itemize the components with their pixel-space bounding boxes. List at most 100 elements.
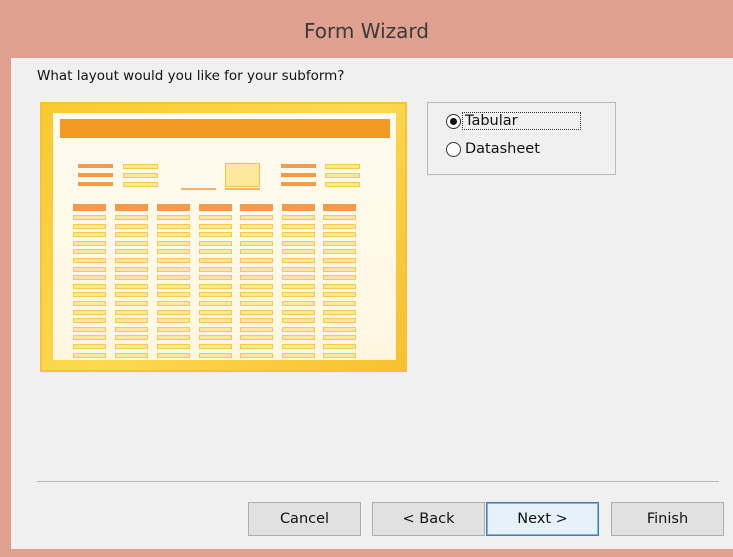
preview-grid-cell: [157, 258, 190, 263]
radio-unselected-icon[interactable]: [446, 141, 461, 157]
title-bar[interactable]: Form Wizard: [0, 0, 733, 58]
preview-grid-cell: [157, 326, 190, 332]
preview-grid-cell: [157, 292, 190, 298]
preview-grid-cell: [282, 275, 315, 281]
preview-grid-cell: [199, 249, 232, 255]
preview-grid-cell: [199, 283, 232, 289]
preview-grid-cell: [157, 335, 190, 341]
layout-option-label: Tabular: [462, 112, 581, 130]
preview-label-block: [281, 173, 316, 177]
preview-grid-cell: [282, 258, 315, 263]
preview-grid-cell: [115, 301, 148, 306]
preview-grid-cell: [157, 266, 190, 272]
preview-grid-cell: [199, 292, 232, 298]
preview-grid-cell: [282, 292, 315, 298]
footer-separator: [37, 481, 719, 482]
radio-selected-icon[interactable]: [446, 113, 461, 129]
preview-grid-cell: [282, 326, 315, 332]
preview-label-block: [78, 173, 113, 177]
preview-grid-cell: [115, 309, 148, 315]
preview-grid-cell: [157, 223, 190, 229]
preview-column-header: [323, 204, 356, 211]
preview-grid-cell: [115, 275, 148, 281]
preview-grid-cell: [240, 266, 273, 272]
preview-grid-cell: [157, 275, 190, 281]
preview-grid-cell: [199, 309, 232, 315]
preview-grid-cell: [282, 266, 315, 272]
layout-option-datasheet[interactable]: Datasheet: [446, 141, 542, 157]
finish-button[interactable]: Finish: [611, 502, 724, 536]
preview-grid-cell: [282, 318, 315, 324]
layout-radio-group: Tabular Datasheet: [427, 102, 616, 175]
preview-grid-cell: [240, 344, 273, 349]
preview-grid-cell: [199, 215, 232, 220]
preview-field-area: [53, 113, 396, 360]
preview-column-header: [115, 204, 148, 211]
preview-grid-cell: [240, 301, 273, 306]
preview-field-block: [123, 173, 158, 178]
preview-grid-cell: [157, 283, 190, 289]
preview-grid-cell: [157, 249, 190, 255]
preview-grid-cell: [199, 301, 232, 306]
preview-underline: [181, 188, 216, 190]
layout-option-tabular[interactable]: Tabular: [446, 112, 581, 130]
preview-grid-cell: [323, 258, 356, 263]
preview-grid-cell: [157, 352, 190, 358]
preview-grid-cell: [240, 318, 273, 324]
preview-grid-cell: [73, 335, 106, 341]
preview-grid-cell: [115, 249, 148, 255]
preview-grid-cell: [115, 292, 148, 298]
preview-grid-cell: [199, 258, 232, 263]
form-wizard-window: Form Wizard What layout would you like f…: [0, 0, 733, 557]
preview-grid-cell: [240, 309, 273, 315]
preview-column-header: [73, 204, 106, 211]
preview-grid-cell: [323, 223, 356, 229]
preview-grid-cell: [73, 258, 106, 263]
preview-grid-cell: [323, 318, 356, 324]
preview-label-block: [281, 164, 316, 168]
preview-label-block: [281, 182, 316, 186]
preview-grid-cell: [73, 301, 106, 306]
next-button[interactable]: Next >: [486, 502, 599, 536]
preview-grid-cell: [240, 292, 273, 298]
preview-grid-cell: [115, 232, 148, 238]
preview-grid-cell: [282, 309, 315, 315]
wizard-body: What layout would you like for your subf…: [11, 58, 733, 549]
preview-field-block: [325, 173, 360, 178]
preview-grid-cell: [73, 266, 106, 272]
preview-grid-cell: [199, 335, 232, 341]
preview-grid-cell: [240, 335, 273, 341]
preview-grid-cell: [323, 215, 356, 220]
preview-grid-cell: [323, 283, 356, 289]
preview-grid-cell: [240, 240, 273, 246]
preview-grid-cell: [199, 266, 232, 272]
preview-grid-cell: [240, 275, 273, 281]
preview-grid-cell: [240, 232, 273, 238]
preview-column-header: [282, 204, 315, 211]
preview-grid-cell: [157, 344, 190, 349]
preview-grid-cell: [323, 309, 356, 315]
cancel-button[interactable]: Cancel: [248, 502, 361, 536]
preview-grid-cell: [199, 240, 232, 246]
preview-field-block: [225, 163, 260, 187]
preview-grid-cell: [157, 215, 190, 220]
preview-field-block: [123, 182, 158, 187]
preview-grid-cell: [323, 335, 356, 341]
preview-column-header: [157, 204, 190, 211]
preview-grid-cell: [73, 275, 106, 281]
back-button[interactable]: < Back: [372, 502, 485, 536]
preview-grid-cell: [240, 283, 273, 289]
preview-grid-cell: [115, 318, 148, 324]
preview-grid-cell: [157, 301, 190, 306]
preview-grid-cell: [115, 266, 148, 272]
preview-field-block: [325, 182, 360, 187]
preview-underline: [225, 188, 260, 190]
preview-grid-cell: [73, 223, 106, 229]
preview-grid-cell: [199, 352, 232, 358]
preview-grid-cell: [73, 326, 106, 332]
preview-grid-cell: [157, 240, 190, 246]
window-title: Form Wizard: [304, 19, 429, 43]
preview-grid-cell: [115, 258, 148, 263]
preview-grid-cell: [115, 283, 148, 289]
preview-grid-cell: [115, 240, 148, 246]
